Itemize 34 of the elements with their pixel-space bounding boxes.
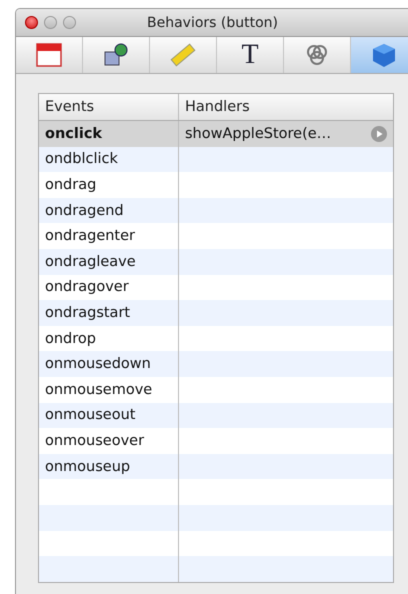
event-row[interactable]: ondblclick — [39, 146, 393, 172]
event-name: ondrop — [45, 330, 96, 347]
event-name: onmousedown — [45, 356, 151, 372]
event-name: onmousemove — [45, 382, 152, 398]
event-name: onmouseup — [45, 458, 130, 475]
arrow-button[interactable] — [371, 126, 387, 142]
event-name: ondragstart — [45, 304, 130, 321]
minimize-button[interactable] — [44, 16, 57, 29]
event-name: ondblclick — [45, 151, 118, 168]
event-name: ondragenter — [45, 228, 135, 244]
event-row[interactable]: ondragleave — [39, 248, 393, 275]
event-name: ondragend — [45, 202, 124, 219]
event-name: onmouseover — [45, 432, 144, 449]
handler-name: showAppleStore(e… — [185, 126, 332, 142]
cube-icon — [370, 41, 398, 69]
toolbar-tab[interactable]: T — [217, 37, 284, 73]
event-row[interactable]: onmouseup — [39, 454, 393, 480]
event-row[interactable]: ondragstart — [39, 300, 393, 326]
close-button[interactable] — [25, 16, 38, 29]
calendar-icon — [35, 41, 63, 69]
event-name: ondragleave — [45, 254, 136, 270]
event-row[interactable]: ondragend — [39, 198, 393, 224]
zoom-button[interactable] — [63, 16, 76, 29]
column-header[interactable]: Events — [39, 94, 179, 120]
event-name: ondragover — [45, 279, 129, 296]
window-title: Behaviors (button) — [146, 14, 279, 30]
event-name: ondrag — [45, 176, 96, 193]
event-name: onmouseout — [45, 407, 136, 424]
event-row[interactable]: onmouseout — [39, 402, 393, 428]
event-row[interactable]: onclick showAppleStore(e… — [39, 121, 393, 147]
text-icon: T — [241, 41, 259, 69]
column-header[interactable]: Handlers — [179, 94, 393, 120]
event-name: onclick — [45, 126, 102, 142]
event-row[interactable]: onmousedown — [39, 351, 393, 377]
